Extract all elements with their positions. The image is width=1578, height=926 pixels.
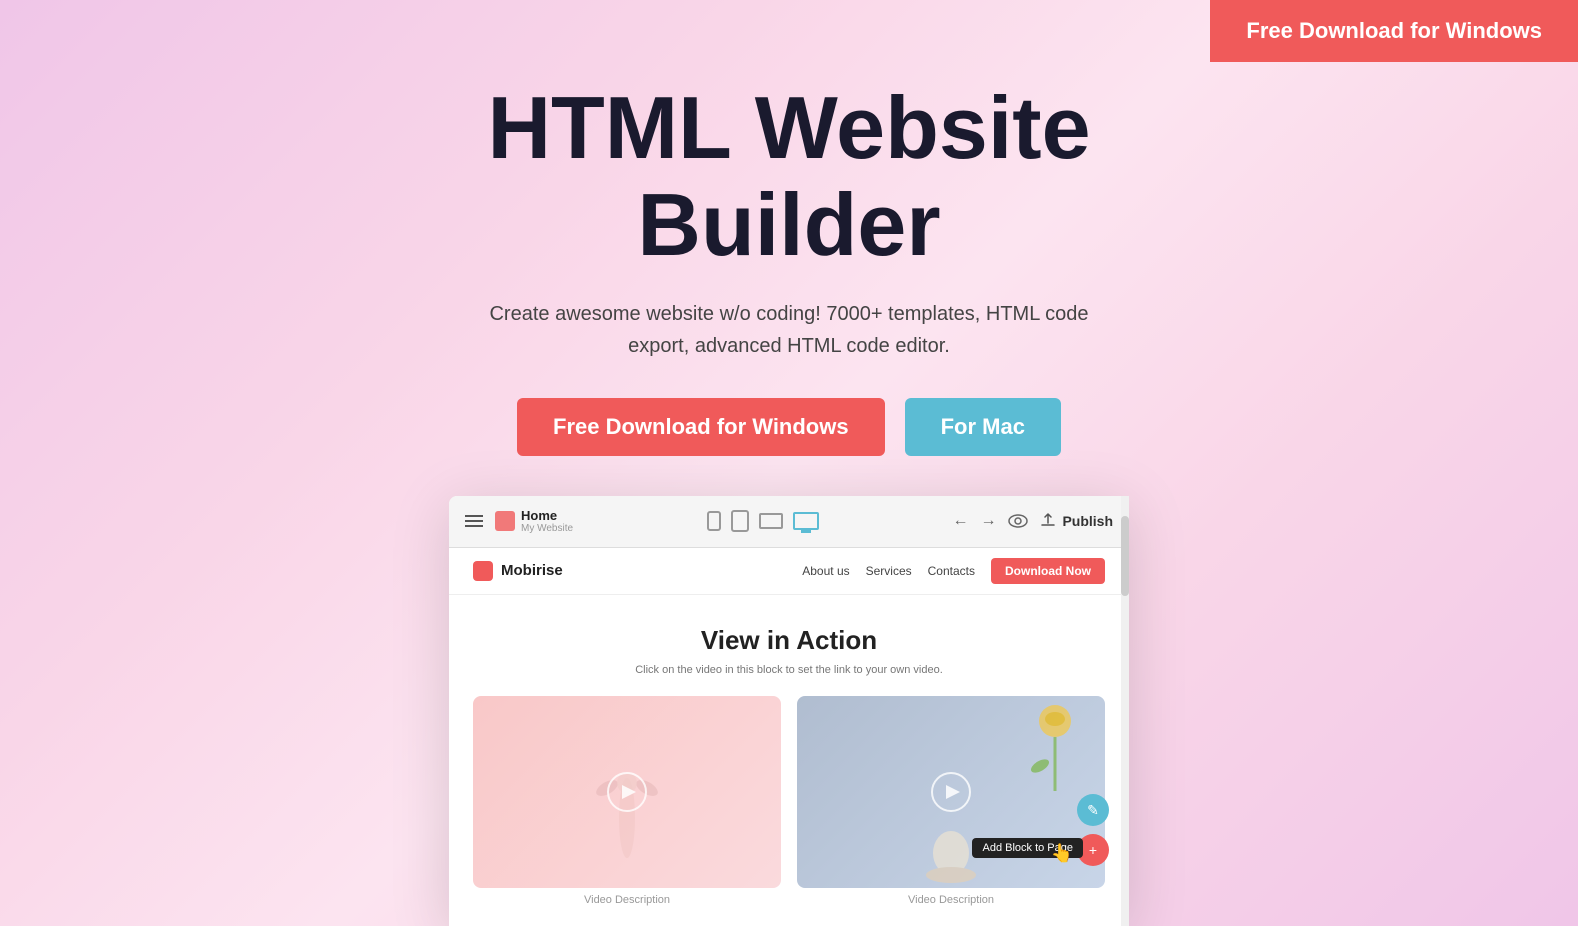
device-icons — [707, 510, 819, 532]
home-tab-label: Home — [521, 508, 573, 523]
top-download-windows-button[interactable]: Free Download for Windows — [1210, 0, 1578, 62]
preview-button[interactable] — [1008, 514, 1028, 528]
section-desc: Click on the video in this block to set … — [473, 664, 1105, 676]
hero-section: HTML Website Builder Create awesome webs… — [0, 0, 1578, 496]
redo-button[interactable]: → — [980, 512, 996, 530]
play-triangle-icon-2 — [946, 785, 960, 799]
home-icon — [495, 511, 515, 531]
video-desc-2: Video Description — [797, 894, 1105, 906]
play-button-2[interactable] — [931, 772, 971, 812]
scrollbar-track[interactable] — [1121, 496, 1129, 926]
tablet-view-icon[interactable] — [731, 510, 749, 532]
phone-view-icon[interactable] — [707, 511, 721, 531]
play-button-1[interactable] — [607, 772, 647, 812]
browser-toolbar: Home My Website ← → — [449, 496, 1129, 548]
video-desc-1: Video Description — [473, 894, 781, 906]
site-content: View in Action Click on the video in thi… — [449, 595, 1129, 926]
download-mac-button[interactable]: For Mac — [905, 398, 1061, 456]
video-item-2: Video Description — [797, 696, 1105, 907]
home-tab-sublabel: My Website — [521, 523, 573, 534]
laptop-view-icon[interactable] — [759, 513, 783, 529]
desktop-view-icon[interactable] — [793, 512, 819, 530]
site-logo-icon — [473, 561, 493, 581]
cursor-icon: 👆 — [1051, 843, 1073, 864]
undo-button[interactable]: ← — [952, 512, 968, 530]
site-logo: Mobirise — [473, 561, 563, 581]
video-item-1: Video Description — [473, 696, 781, 907]
hero-buttons: Free Download for Windows For Mac — [517, 398, 1061, 456]
mockup-wrapper: Home My Website ← → — [0, 496, 1578, 926]
video-card-1[interactable] — [473, 696, 781, 889]
hero-title: HTML Website Builder — [487, 80, 1090, 274]
scrollbar-thumb[interactable] — [1121, 516, 1129, 596]
site-nav-links: About us Services Contacts Download Now — [802, 558, 1105, 584]
menu-icon[interactable] — [465, 515, 483, 527]
inner-site: Mobirise About us Services Contacts Down… — [449, 548, 1129, 926]
site-download-button[interactable]: Download Now — [991, 558, 1105, 584]
publish-button[interactable]: Publish — [1040, 513, 1113, 529]
browser-mockup: Home My Website ← → — [449, 496, 1129, 926]
nav-link-contacts[interactable]: Contacts — [928, 564, 975, 578]
home-tab[interactable]: Home My Website — [495, 508, 573, 534]
edit-fab-button[interactable]: ✎ — [1077, 794, 1109, 826]
site-navbar: Mobirise About us Services Contacts Down… — [449, 548, 1129, 595]
video-grid: Video Description — [473, 696, 1105, 907]
nav-link-services[interactable]: Services — [866, 564, 912, 578]
play-triangle-icon — [622, 785, 636, 799]
section-title: View in Action — [473, 625, 1105, 656]
toolbar-actions: ← → Publish — [952, 512, 1113, 530]
download-windows-button[interactable]: Free Download for Windows — [517, 398, 885, 456]
site-logo-name: Mobirise — [501, 562, 563, 579]
hero-subtitle: Create awesome website w/o coding! 7000+… — [464, 298, 1114, 362]
nav-link-about[interactable]: About us — [802, 564, 849, 578]
